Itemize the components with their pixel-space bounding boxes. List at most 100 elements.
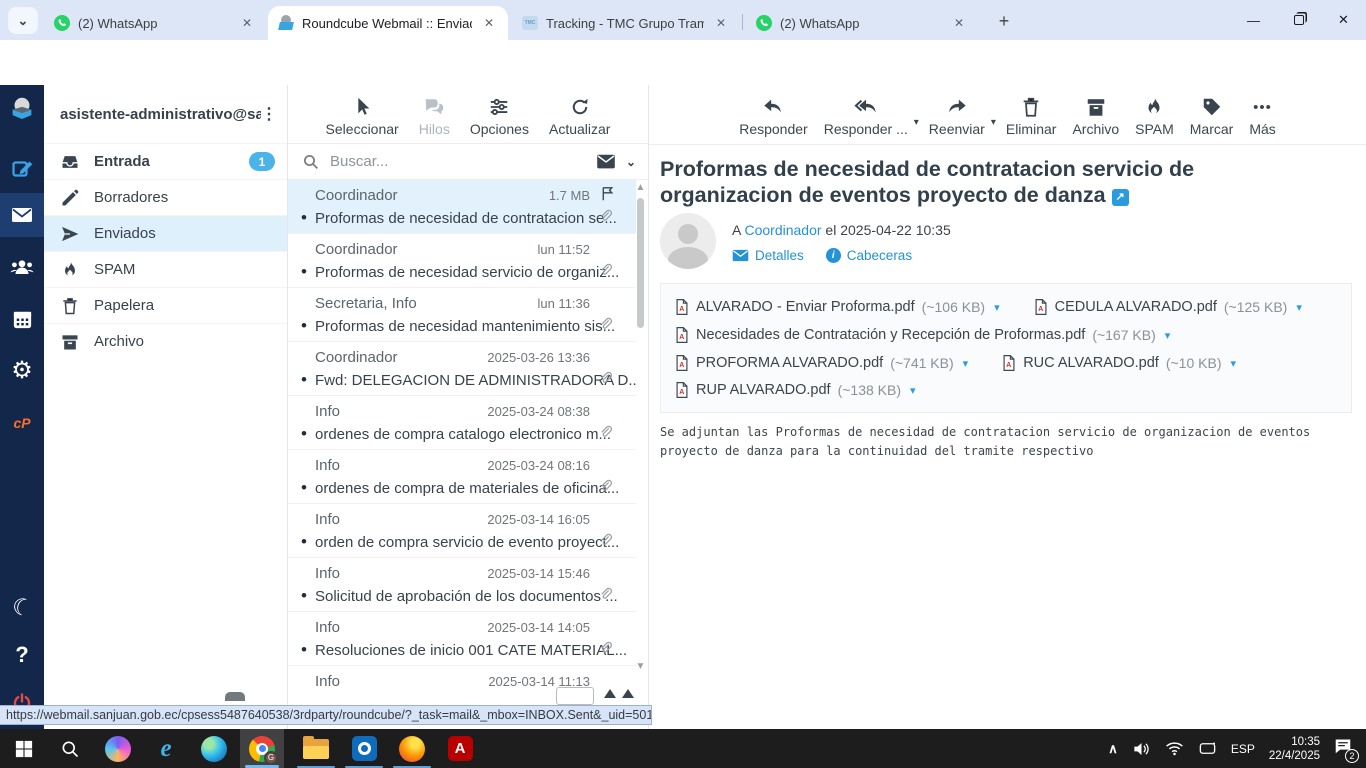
message-row[interactable]: Info 2025-03-14 15:46 • Solicitud de apr…: [288, 558, 636, 612]
delete-button[interactable]: Eliminar: [1006, 96, 1056, 137]
search-options-caret[interactable]: ⌄: [626, 155, 636, 169]
details-toggle[interactable]: Detalles: [732, 248, 804, 263]
reply-button[interactable]: Responder: [739, 96, 808, 137]
mark-button[interactable]: Marcar: [1190, 96, 1233, 137]
browser-tab-whatsapp-1[interactable]: (2) WhatsApp ✕: [44, 6, 266, 40]
firefox-button[interactable]: [390, 729, 434, 768]
folder-item-enviados[interactable]: Enviados: [44, 215, 287, 251]
more-button[interactable]: ••• Más: [1249, 96, 1275, 138]
page-number-input[interactable]: [556, 687, 594, 705]
reply-all-caret-icon[interactable]: ▾: [914, 117, 919, 128]
tab-close-icon[interactable]: ✕: [712, 14, 730, 32]
reply-all-button[interactable]: Responder ...: [824, 96, 908, 137]
attachment-menu-caret[interactable]: ▾: [1296, 301, 1302, 314]
taskbar-clock[interactable]: 10:35 22/4/2025: [1269, 735, 1320, 763]
folder-item-archivo[interactable]: Archivo: [44, 323, 287, 359]
language-indicator[interactable]: ESP: [1231, 742, 1255, 756]
search-scope-icon[interactable]: [596, 154, 616, 170]
headers-toggle[interactable]: i Cabeceras: [825, 248, 912, 263]
attachment-item[interactable]: A RUC ALVARADO.pdf (~10 KB) ▾: [1002, 354, 1236, 372]
message-row[interactable]: Coordinador lun 11:52 • Proformas de nec…: [288, 234, 636, 288]
panel-splitter-handle[interactable]: [225, 692, 245, 701]
attachment-menu-caret[interactable]: ▾: [994, 301, 1000, 314]
file-explorer-button[interactable]: [294, 729, 338, 768]
minimize-button[interactable]: —: [1231, 0, 1276, 40]
last-page-icon[interactable]: [622, 689, 634, 698]
volume-icon[interactable]: [1132, 741, 1151, 757]
scroll-up-icon[interactable]: ▲: [635, 182, 646, 193]
wifi-icon[interactable]: [1165, 741, 1184, 756]
start-button[interactable]: [2, 729, 46, 768]
tab-close-icon[interactable]: ✕: [238, 14, 256, 32]
browser-tab-whatsapp-2[interactable]: (2) WhatsApp ✕: [746, 6, 978, 40]
message-row[interactable]: Secretaria, Info lun 11:36 • Proformas d…: [288, 288, 636, 342]
message-row[interactable]: Coordinador 2025-03-26 13:36 • Fwd: DELE…: [288, 342, 636, 396]
next-page-icon[interactable]: [604, 689, 616, 698]
message-row[interactable]: Info 2025-03-24 08:16 • ordenes de compr…: [288, 450, 636, 504]
new-tab-button[interactable]: +: [992, 9, 1016, 33]
mail-nav-button[interactable]: [0, 193, 44, 237]
tab-title: (2) WhatsApp: [780, 15, 860, 31]
recipient-link[interactable]: Coordinador: [744, 222, 821, 238]
darkmode-button[interactable]: ☾: [0, 585, 44, 629]
tab-close-icon[interactable]: ✕: [480, 14, 498, 32]
list-scrollbar[interactable]: ▲ ▼: [635, 182, 646, 698]
message-row[interactable]: Coordinador 1.7 MB • Proformas de necesi…: [288, 180, 636, 234]
list-toolbar: Seleccionar Hilos Opciones Actualizar: [288, 85, 648, 143]
folder-item-spam[interactable]: SPAM: [44, 251, 287, 287]
attachment-item[interactable]: A CEDULA ALVARADO.pdf (~125 KB) ▾: [1034, 298, 1302, 316]
attachment-menu-caret[interactable]: ▾: [963, 357, 969, 370]
tab-search-button[interactable]: ⌄: [8, 7, 38, 34]
cpanel-button[interactable]: cP: [0, 401, 44, 445]
scrollbar-thumb[interactable]: [637, 198, 644, 328]
attachment-item[interactable]: A PROFORMA ALVARADO.pdf (~741 KB) ▾: [675, 354, 968, 372]
attachment-menu-caret[interactable]: ▾: [910, 384, 916, 397]
folder-item-papelera[interactable]: Papelera: [44, 287, 287, 323]
tray-expand-icon[interactable]: ∧: [1108, 741, 1118, 757]
settings-nav-button[interactable]: ⚙: [0, 349, 44, 393]
notification-center-button[interactable]: 2: [1334, 738, 1359, 763]
attachment-item[interactable]: A ALVARADO - Enviar Proforma.pdf (~106 K…: [675, 298, 1000, 316]
edge-button[interactable]: [192, 729, 236, 768]
chrome-button[interactable]: G: [240, 729, 284, 768]
tab-close-icon[interactable]: ✕: [950, 14, 968, 32]
message-row[interactable]: Info 2025-03-14 16:05 • orden de compra …: [288, 504, 636, 558]
forward-caret-icon[interactable]: ▾: [991, 117, 996, 128]
open-in-new-window-icon[interactable]: ↗: [1111, 188, 1129, 206]
select-button[interactable]: Seleccionar: [326, 96, 399, 137]
search-input[interactable]: [330, 153, 596, 170]
outlook-button[interactable]: [342, 729, 386, 768]
options-button[interactable]: Opciones: [470, 96, 529, 137]
attachment-menu-caret[interactable]: ▾: [1165, 329, 1171, 342]
scroll-down-icon[interactable]: ▼: [635, 661, 646, 672]
attachment-menu-caret[interactable]: ▾: [1230, 357, 1236, 370]
folder-item-entrada[interactable]: Entrada 1: [44, 143, 287, 179]
spam-button[interactable]: SPAM: [1135, 96, 1174, 137]
restore-button[interactable]: [1276, 0, 1321, 40]
help-button[interactable]: ?: [0, 633, 44, 677]
forward-button[interactable]: Reenviar: [929, 96, 985, 137]
threads-button[interactable]: Hilos: [419, 96, 450, 137]
flag-icon[interactable]: [599, 185, 616, 207]
fire-icon: [65, 261, 75, 276]
refresh-button[interactable]: Actualizar: [549, 96, 610, 137]
message-row[interactable]: Info 2025-03-14 14:05 • Resoluciones de …: [288, 612, 636, 666]
taskbar-search-button[interactable]: [48, 729, 92, 768]
internet-explorer-button[interactable]: e: [144, 729, 188, 768]
meet-now-icon[interactable]: [1198, 741, 1217, 756]
account-header[interactable]: asistente-administrativo@sa... ⋮: [44, 85, 287, 143]
contacts-nav-button[interactable]: [0, 245, 44, 289]
message-row[interactable]: Info 2025-03-24 08:38 • ordenes de compr…: [288, 396, 636, 450]
attachment-item[interactable]: A Necesidades de Contratación y Recepció…: [675, 326, 1170, 344]
acrobat-button[interactable]: A: [438, 729, 482, 768]
archive-button[interactable]: Archivo: [1072, 96, 1119, 137]
close-button[interactable]: ✕: [1321, 0, 1366, 40]
attachment-item[interactable]: A RUP ALVARADO.pdf (~138 KB) ▾: [675, 381, 916, 399]
copilot-button[interactable]: [96, 729, 140, 768]
browser-tab-tracking[interactable]: TMC Tracking - TMC Grupo Tramaco ✕: [512, 6, 740, 40]
account-menu-icon[interactable]: ⋮: [261, 104, 277, 124]
browser-tab-roundcube[interactable]: Roundcube Webmail :: Enviados ✕: [268, 6, 508, 40]
folder-item-borradores[interactable]: Borradores: [44, 179, 287, 215]
calendar-nav-button[interactable]: [0, 297, 44, 341]
compose-button[interactable]: [0, 147, 44, 191]
